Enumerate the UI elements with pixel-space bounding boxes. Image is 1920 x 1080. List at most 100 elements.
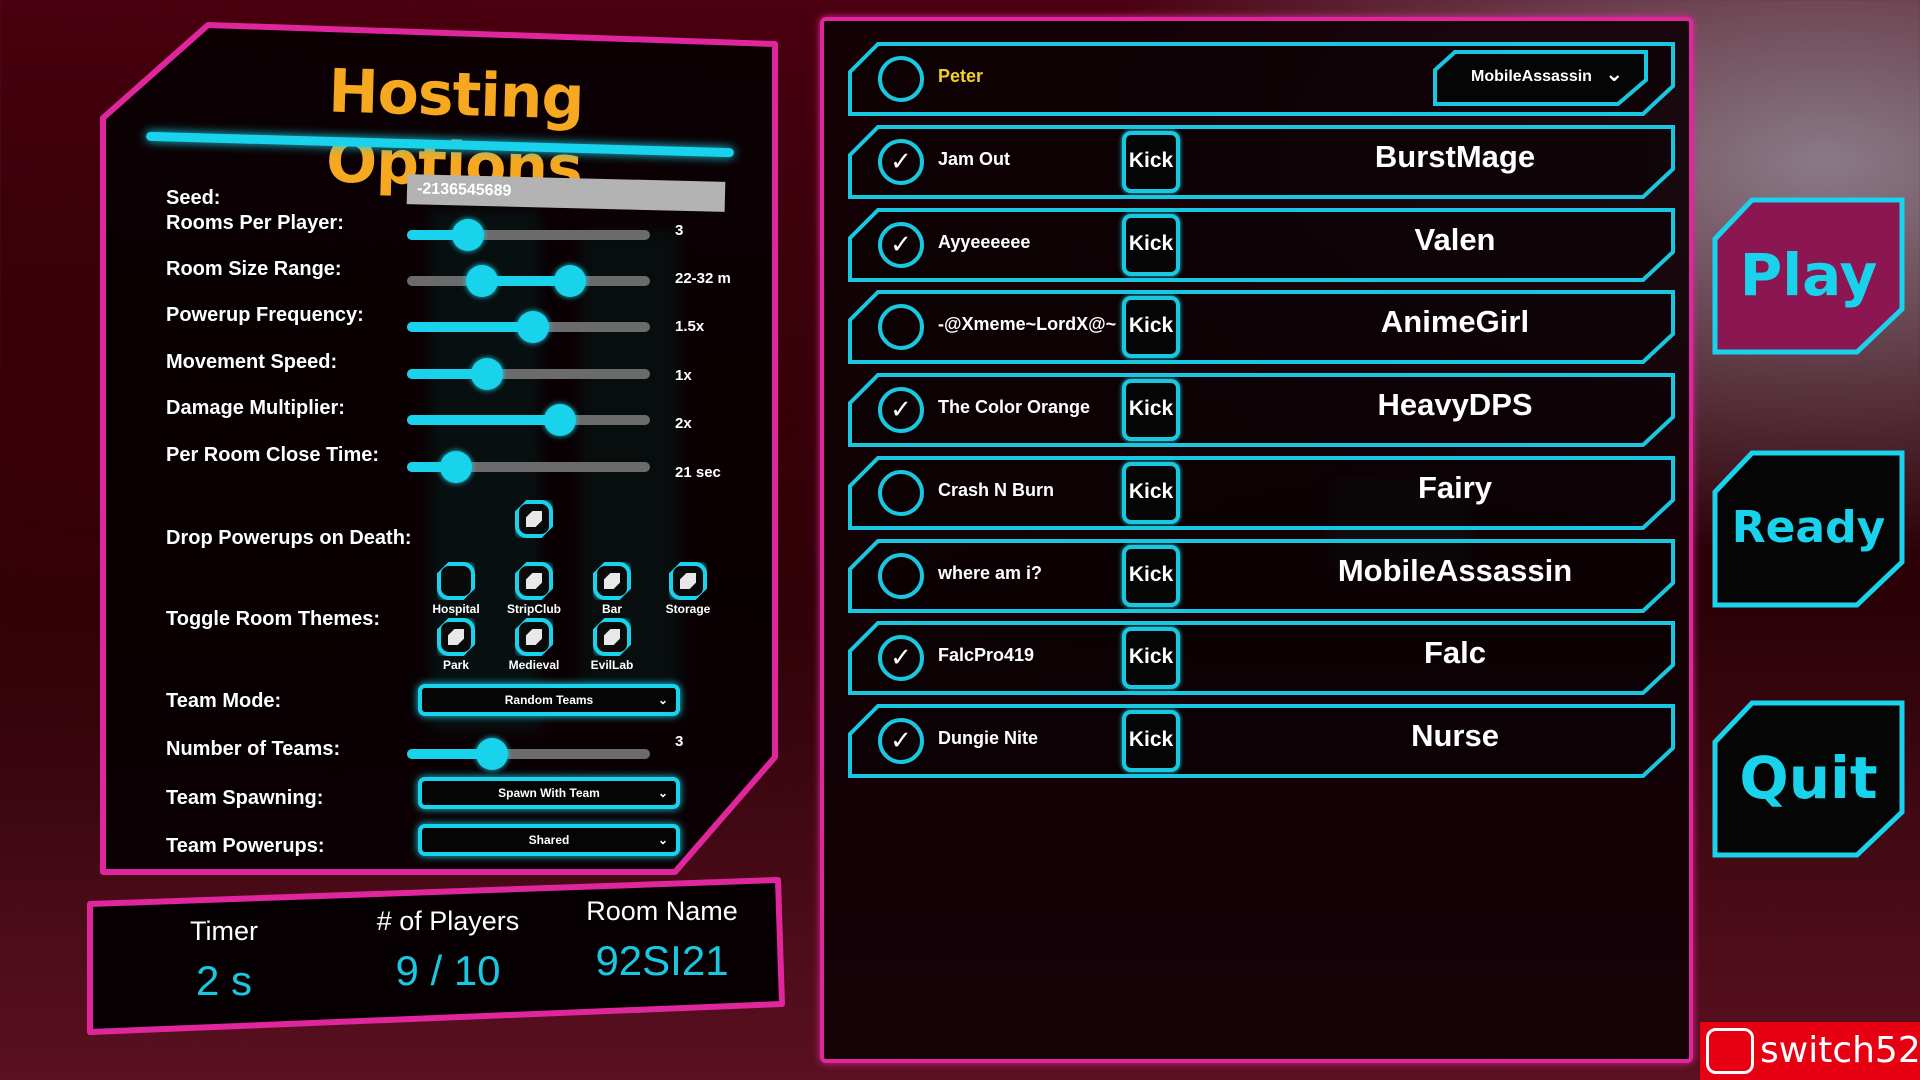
theme-toggle-hospital[interactable] <box>437 562 475 600</box>
ready-button[interactable]: Ready <box>1712 450 1905 608</box>
player-name: The Color Orange <box>938 397 1091 418</box>
team-powerups-value: Shared <box>528 833 570 847</box>
slider-label: Damage Multiplier: <box>166 397 345 419</box>
kick-button[interactable]: Kick <box>1122 296 1180 359</box>
kick-button[interactable]: Kick <box>1122 461 1180 524</box>
slider-value: 1x <box>675 367 692 384</box>
player-name: Dungie Nite <box>938 727 1039 748</box>
chevron-down-icon: ⌄ <box>657 786 668 800</box>
ready-label: Ready <box>1731 502 1886 553</box>
chevron-down-icon: ⌄ <box>1605 62 1624 87</box>
player-name: -@Xmeme~LordX@~ <box>938 314 1117 335</box>
play-label: Play <box>1739 241 1878 309</box>
drop-powerups-toggle[interactable] <box>515 500 553 538</box>
ready-indicator <box>878 552 924 599</box>
class-select-dropdown[interactable]: MobileAssassin ⌄ <box>1433 50 1648 106</box>
slider-value: 2x <box>675 415 692 432</box>
theme-label: Storage <box>665 602 711 616</box>
number-of-teams-value: 3 <box>675 733 684 750</box>
kick-button[interactable]: Kick <box>1122 544 1180 607</box>
slider-value: 22-32 m <box>675 270 731 287</box>
slider-label: Movement Speed: <box>166 351 338 373</box>
chevron-down-icon: ⌄ <box>657 833 668 847</box>
room-name-readout: Room Name 92SI21 <box>552 896 772 985</box>
player-row: ✓ Ayyeeeeee Kick Valen <box>848 207 1675 282</box>
option-slider[interactable] <box>407 404 650 436</box>
player-count-readout: # of Players 9 / 10 <box>338 906 558 995</box>
ready-indicator: ✓ <box>878 221 924 268</box>
drop-powerups-label: Drop Powerups on Death: <box>166 527 412 549</box>
team-spawning-dropdown[interactable]: Spawn With Team ⌄ <box>418 777 680 809</box>
theme-label: Park <box>442 658 470 672</box>
slider-thumb[interactable] <box>476 738 509 770</box>
slider-value: 3 <box>675 222 684 239</box>
player-name: Crash N Burn <box>938 479 1055 500</box>
player-row: ✓ The Color Orange Kick HeavyDPS <box>848 373 1675 448</box>
check-icon: ✓ <box>890 725 912 756</box>
ready-indicator: ✓ <box>878 717 924 764</box>
team-powerups-dropdown[interactable]: Shared ⌄ <box>418 824 680 856</box>
timer-value: 2 s <box>195 957 253 1004</box>
option-slider[interactable] <box>407 358 650 390</box>
kick-button[interactable]: Kick <box>1122 709 1180 772</box>
player-list-panel: Peter MobileAssassin ⌄ ✓ Jam Out Kick Burst… <box>820 17 1693 1063</box>
number-of-teams-slider[interactable] <box>407 738 650 770</box>
theme-toggle-storage[interactable] <box>669 562 707 600</box>
kick-button[interactable]: Kick <box>1122 213 1180 276</box>
room-name-value: 92SI21 <box>595 937 729 984</box>
option-slider[interactable] <box>407 451 650 483</box>
seed-label: Seed: <box>166 187 221 209</box>
kick-button[interactable]: Kick <box>1122 627 1180 690</box>
slider-thumb[interactable] <box>553 265 586 297</box>
theme-toggle-bar[interactable] <box>593 562 631 600</box>
team-mode-dropdown[interactable]: Random Teams ⌄ <box>418 684 680 716</box>
player-row: -@Xmeme~LordX@~ Kick AnimeGirl <box>848 290 1675 365</box>
slider-label: Per Room Close Time: <box>166 444 380 466</box>
player-class: Fairy <box>1417 469 1493 505</box>
ready-indicator: ✓ <box>878 387 924 434</box>
timer-label: Timer <box>190 916 258 946</box>
player-class: Nurse <box>1411 717 1499 753</box>
option-slider[interactable] <box>407 219 650 251</box>
option-slider[interactable] <box>407 311 650 343</box>
slider-thumb[interactable] <box>544 404 577 436</box>
room-info-panel: Timer 2 s # of Players 9 / 10 Room Name … <box>86 876 786 1036</box>
slider-thumb[interactable] <box>439 451 472 483</box>
quit-button[interactable]: Quit <box>1712 700 1905 858</box>
player-row: ✓ Dungie Nite Kick Nurse <box>848 703 1675 778</box>
team-powerups-label: Team Powerups: <box>166 835 325 857</box>
team-spawning-value: Spawn With Team <box>498 786 600 800</box>
slider-thumb[interactable] <box>451 219 484 251</box>
option-slider[interactable] <box>407 265 650 297</box>
kick-button[interactable]: Kick <box>1122 131 1180 193</box>
theme-toggle-medieval[interactable] <box>515 618 553 656</box>
ready-indicator: ✓ <box>878 635 924 682</box>
kick-button[interactable]: Kick <box>1122 379 1180 442</box>
quit-label: Quit <box>1739 744 1878 812</box>
player-name: where am i? <box>938 562 1043 583</box>
ready-indicator <box>878 469 924 516</box>
slider-label: Room Size Range: <box>166 258 342 280</box>
checkbox-frame <box>437 562 475 600</box>
theme-label: Medieval <box>508 658 560 672</box>
player-name: Ayyeeeeee <box>938 231 1031 252</box>
slider-thumb[interactable] <box>471 358 504 390</box>
play-button[interactable]: Play <box>1712 197 1905 355</box>
check-icon: ✓ <box>890 229 912 260</box>
host-player-row: Peter MobileAssassin ⌄ <box>848 42 1675 116</box>
player-class: MobileAssassin <box>1337 552 1573 588</box>
slider-value: 1.5x <box>675 318 705 335</box>
room-themes-label: Toggle Room Themes: <box>166 608 381 630</box>
theme-toggle-evillab[interactable] <box>593 618 631 656</box>
theme-toggle-stripclub[interactable] <box>515 562 553 600</box>
theme-toggle-park[interactable] <box>437 618 475 656</box>
check-icon: ✓ <box>890 395 912 426</box>
player-class: HeavyDPS <box>1377 387 1533 423</box>
team-spawning-label: Team Spawning: <box>166 787 324 809</box>
switch-logo-icon <box>1706 1028 1754 1074</box>
team-mode-value: Random Teams <box>504 693 594 707</box>
slider-fill <box>407 415 561 425</box>
ready-indicator <box>878 56 924 102</box>
slider-label: Rooms Per Player: <box>166 212 344 234</box>
slider-label: Powerup Frequency: <box>166 304 364 326</box>
